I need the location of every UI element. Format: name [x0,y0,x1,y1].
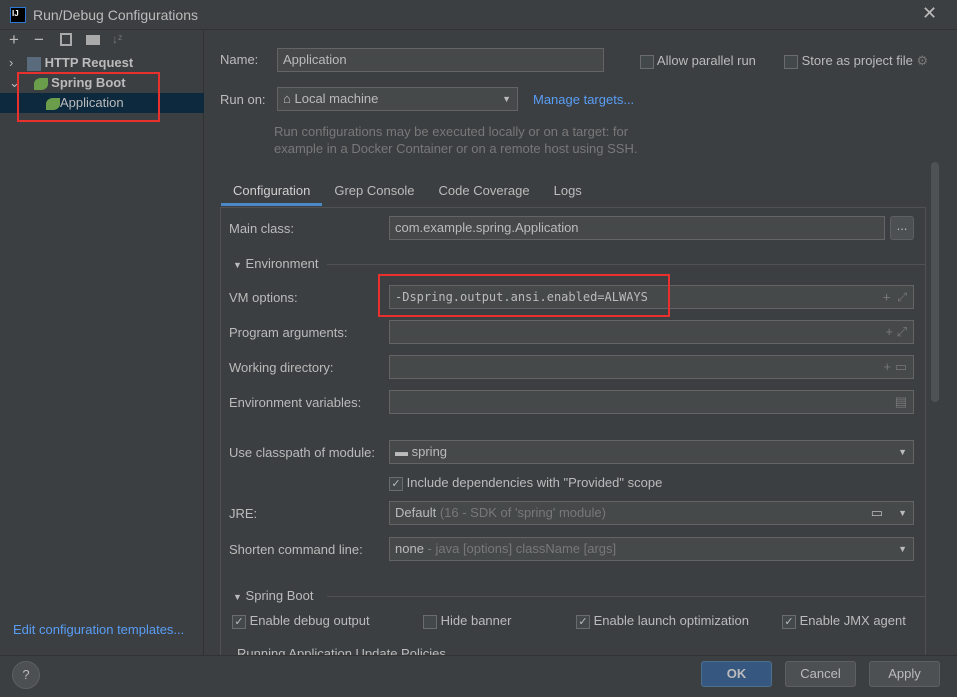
update-policies-section: Running Application Update Policies [237,646,446,655]
configuration-panel: Main class: com.example.spring.Applicati… [220,207,926,655]
gear-icon[interactable]: ⚙ [917,53,929,68]
scrollbar[interactable] [931,162,939,402]
label: Allow parallel run [656,53,756,68]
chevron-down-icon: ▼ [898,447,907,457]
value: Default [395,505,437,520]
highlight-box [17,72,160,122]
add-icon[interactable]: + [9,30,19,50]
remove-icon[interactable]: − [34,30,44,50]
label: Include dependencies with "Provided" sco… [406,475,663,490]
label: Enable debug output [249,613,370,628]
classpath-select[interactable]: ▬ spring ▼ [389,440,914,464]
program-arguments-input[interactable]: + ⤢ [389,320,914,344]
tab-grep-console[interactable]: Grep Console [322,176,426,206]
launch-optimization-checkbox[interactable]: ✓ Enable launch optimization [576,613,749,629]
folder-icon[interactable]: + ▭ [884,356,908,378]
run-on-label: Run on: [220,92,266,107]
label: Store as project file [801,53,913,68]
help-button[interactable]: ? [12,661,40,689]
tab-bar: Configuration Grep Console Code Coverage Lo… [221,176,594,206]
ok-button[interactable]: OK [701,661,772,687]
title-bar: IJ Run/Debug Configurations ✕ [0,0,957,30]
dialog-footer: ? OK Cancel Apply [0,655,957,697]
run-on-hint: Run configurations may be executed local… [274,123,637,157]
value: none [395,541,424,556]
section-title: Spring Boot [245,588,314,603]
folder-add-icon[interactable] [86,35,100,45]
allow-parallel-checkbox[interactable]: Allow parallel run [640,53,756,69]
classpath-label: Use classpath of module: [229,445,375,460]
section-title: Environment [245,256,319,271]
folder-icon[interactable]: ▭ [871,502,883,524]
document-icon[interactable]: ▤ [895,391,907,413]
environment-variables-label: Environment variables: [229,395,362,410]
sort-icon[interactable]: ↓ᶻ [112,32,122,46]
expand-icon[interactable]: + ⤢ [885,321,907,343]
working-directory-input[interactable]: + ▭ [389,355,914,379]
shorten-command-line-select[interactable]: none - java [options] className [args] ▼ [389,537,914,561]
working-directory-label: Working directory: [229,360,334,375]
chevron-down-icon[interactable]: ▼ [898,502,907,524]
main-class-input[interactable]: com.example.spring.Application [389,216,885,240]
name-label: Name: [220,52,259,67]
api-icon [26,56,41,71]
label: Enable JMX agent [799,613,906,628]
shorten-command-line-label: Shorten command line: [229,542,363,557]
hint: - java [options] className [args] [427,541,617,556]
store-project-checkbox[interactable]: Store as project file ⚙ [784,53,928,69]
main-class-label: Main class: [229,221,295,236]
label: Hide banner [440,613,512,628]
tab-configuration[interactable]: Configuration [221,176,323,206]
hide-banner-checkbox[interactable]: Hide banner [423,613,511,629]
jre-label: JRE: [229,506,258,521]
spring-boot-section[interactable]: ▼ Spring Boot [233,588,313,603]
jmx-agent-checkbox[interactable]: ✓ Enable JMX agent [782,613,906,629]
tab-code-coverage[interactable]: Code Coverage [427,176,542,206]
vm-options-label: VM options: [229,290,298,305]
hint: (16 - SDK of 'spring' module) [439,505,606,520]
home-icon: ⌂ [283,91,291,106]
label: Enable launch optimization [593,613,750,628]
tab-logs[interactable]: Logs [542,176,594,206]
chevron-down-icon: ▼ [898,544,907,554]
apply-button[interactable]: Apply [869,661,940,687]
environment-variables-input[interactable]: ▤ [389,390,914,414]
close-icon[interactable]: ✕ [922,3,937,24]
include-dependencies-checkbox[interactable]: ✓ Include dependencies with "Provided" s… [389,475,662,491]
hint-line: example in a Docker Container or on a re… [274,141,638,156]
jre-select[interactable]: Default (16 - SDK of 'spring' module) ▭ ▼ [389,501,914,525]
edit-templates-link[interactable]: Edit configuration templates... [13,622,184,637]
window-title: Run/Debug Configurations [33,7,198,23]
module-folder-icon: ▬ [395,444,408,459]
run-on-select[interactable]: ⌂ Local machine ▼ [277,87,518,111]
tree-label: HTTP Request [44,55,134,70]
value: spring [411,444,448,459]
hint-line: Run configurations may be executed local… [274,124,629,139]
environment-section[interactable]: ▼ Environment [233,256,319,271]
manage-targets-link[interactable]: Manage targets... [533,92,634,107]
tree-item-http-request[interactable]: › HTTP Request [0,53,204,73]
cancel-button[interactable]: Cancel [785,661,856,687]
expand-icon[interactable]: + ⤢ [883,286,907,308]
copy-icon[interactable] [60,33,72,46]
program-arguments-label: Program arguments: [229,325,348,340]
chevron-down-icon: ▼ [502,94,511,104]
highlight-box [378,274,670,317]
enable-debug-checkbox[interactable]: ✓ Enable debug output [232,613,370,629]
name-input[interactable]: Application [277,48,604,72]
browse-button[interactable]: ... [890,216,914,240]
config-tree-panel: + − ↓ᶻ › HTTP Request ⌄ Spring Boot Appl… [0,30,204,655]
value: Local machine [294,91,379,106]
intellij-logo-icon: IJ [10,7,26,23]
